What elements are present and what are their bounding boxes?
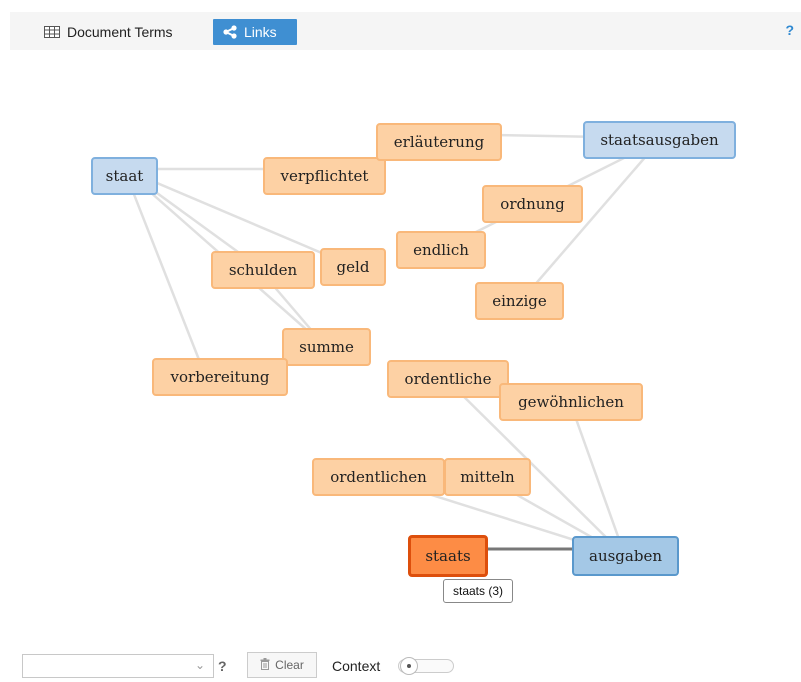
node-gewoehnlichen[interactable]: gewöhnlichen [499, 383, 643, 421]
context-slider[interactable] [398, 657, 454, 675]
node-ausgaben[interactable]: ausgaben [572, 536, 679, 576]
node-ordentliche[interactable]: ordentliche [387, 360, 509, 398]
context-label: Context [332, 658, 381, 674]
node-summe[interactable]: summe [282, 328, 371, 366]
link-lines [122, 132, 661, 558]
trash-icon [260, 657, 270, 673]
chevron-down-icon[interactable]: ⌄ [195, 658, 205, 672]
footer-help-button[interactable]: ? [218, 658, 227, 674]
term-search-combo[interactable]: ⌄ [22, 654, 214, 678]
node-staats-selected[interactable]: staats [408, 535, 488, 577]
node-einzige[interactable]: einzige [475, 282, 564, 320]
node-ordentlichen[interactable]: ordentlichen [312, 458, 445, 496]
link-gewoehnlichen-ausgaben [568, 401, 627, 557]
node-tooltip: staats (3) [443, 579, 513, 603]
clear-button[interactable]: Clear [247, 652, 317, 678]
node-endlich[interactable]: endlich [396, 231, 486, 269]
clear-button-label: Clear [275, 658, 304, 672]
node-erlaeuterung[interactable]: erläuterung [376, 123, 502, 161]
node-ordnung[interactable]: ordnung [482, 185, 583, 223]
links-graph[interactable]: staat verpflichtet erläuterung staatsaus… [0, 0, 801, 640]
node-geld[interactable]: geld [320, 248, 386, 286]
node-schulden[interactable]: schulden [211, 251, 315, 289]
footer-toolbar: ⌄ ? Clear Context [0, 650, 801, 682]
node-vorbereitung[interactable]: vorbereitung [152, 358, 288, 396]
node-staat[interactable]: staat [91, 157, 158, 195]
node-mitteln[interactable]: mitteln [444, 458, 531, 496]
context-slider-thumb[interactable] [400, 657, 418, 675]
node-verpflichtet[interactable]: verpflichtet [263, 157, 386, 195]
node-staatsausgaben[interactable]: staatsausgaben [583, 121, 736, 159]
